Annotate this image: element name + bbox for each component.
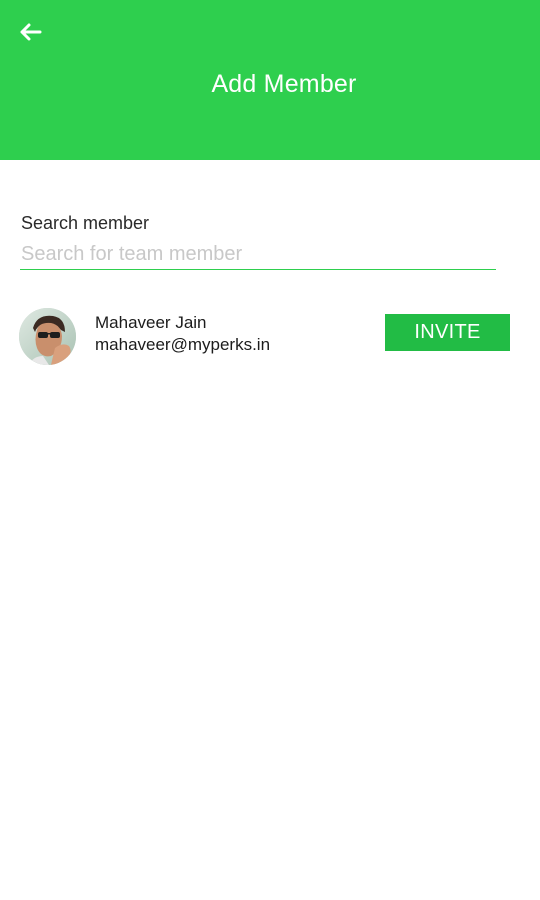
back-button[interactable]	[14, 18, 46, 46]
app-screen: Add Member Search member Search for team…	[0, 0, 540, 900]
search-input[interactable]	[20, 243, 496, 270]
search-section: Search member	[20, 213, 496, 270]
member-list-item: Mahaveer Jain mahaveer@myperks.in INVITE	[19, 308, 510, 366]
arrow-left-icon	[20, 23, 42, 41]
invite-button[interactable]: INVITE	[385, 314, 510, 351]
user-avatar-photo	[19, 308, 76, 365]
member-email: mahaveer@myperks.in	[95, 335, 271, 354]
member-info: Mahaveer Jain mahaveer@myperks.in	[95, 312, 270, 356]
search-label: Search member	[21, 213, 150, 233]
app-header: Add Member	[0, 0, 540, 160]
member-name: Mahaveer Jain	[95, 313, 207, 332]
avatar	[19, 308, 76, 365]
page-title: Add Member	[211, 70, 357, 98]
